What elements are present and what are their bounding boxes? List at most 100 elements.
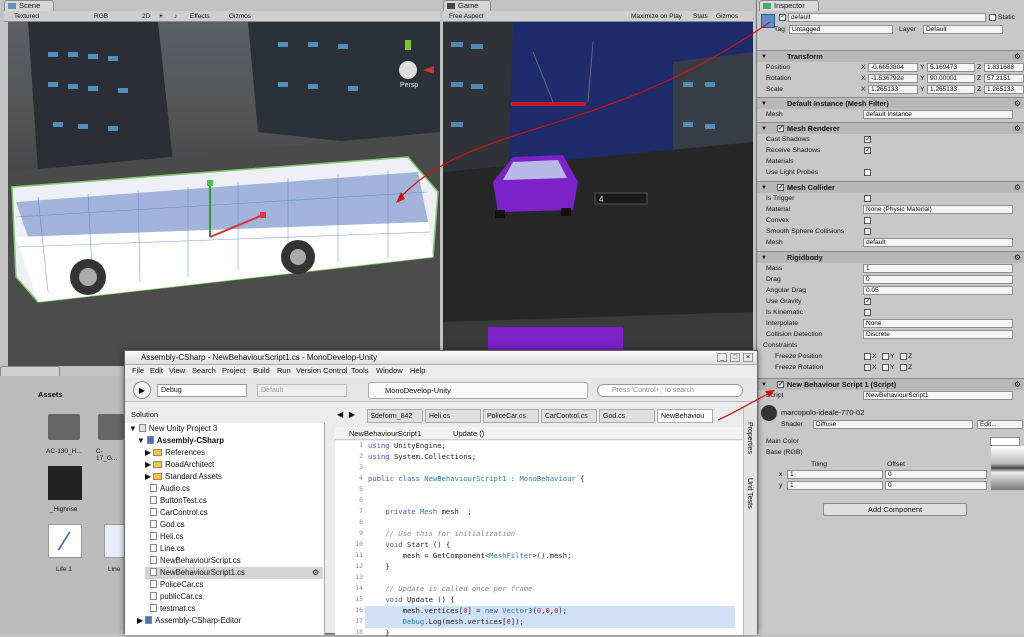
- menu-help[interactable]: Help: [410, 365, 425, 377]
- tree-item[interactable]: ▶ References: [145, 447, 205, 459]
- minimize-button[interactable]: _: [717, 353, 727, 362]
- tabs-scroll-right[interactable]: ▶: [349, 410, 355, 419]
- tree-item[interactable]: ▼ New Unity Project 3: [129, 423, 217, 435]
- asset-folder[interactable]: [48, 414, 80, 440]
- tree-item[interactable]: ButtonTest.cs: [150, 495, 207, 507]
- tab-heli[interactable]: Heli.cs: [425, 409, 481, 423]
- tree-item[interactable]: publicCar.cs: [150, 591, 202, 603]
- asset-thumb[interactable]: [104, 524, 126, 558]
- tree-item[interactable]: ▶ RoadArchitect: [145, 459, 214, 471]
- add-component-button[interactable]: Add Component: [823, 503, 967, 516]
- maximize-button[interactable]: □: [730, 353, 740, 362]
- tab-god[interactable]: God.cs: [599, 409, 655, 423]
- script-field[interactable]: NewBehaviourScript1: [863, 391, 1013, 400]
- tree-item[interactable]: ▶ Standard Assets: [145, 471, 222, 483]
- properties-side-tab[interactable]: Properties: [746, 422, 753, 454]
- layer-dropdown[interactable]: Default: [923, 25, 1003, 34]
- shading-dropdown[interactable]: Textured: [14, 11, 39, 22]
- 2d-toggle[interactable]: 2D: [142, 11, 150, 22]
- shader-dropdown[interactable]: Diffuse: [813, 420, 973, 429]
- transform-header[interactable]: ▼ Transform ⚙: [757, 50, 1024, 62]
- gear-icon[interactable]: ⚙: [312, 567, 319, 579]
- interpolate-dropdown[interactable]: None: [863, 319, 1013, 328]
- freeze-rot-x[interactable]: [864, 364, 871, 371]
- mesh-collider-checkbox[interactable]: [777, 182, 784, 194]
- close-button[interactable]: ×: [743, 353, 753, 362]
- menu-file[interactable]: File: [132, 365, 144, 377]
- static-checkbox[interactable]: [989, 14, 996, 21]
- effects-dropdown[interactable]: Effects: [190, 11, 210, 22]
- tree-item-selected[interactable]: NewBehaviourScript1.cs ⚙: [145, 567, 323, 579]
- mesh-filter-header[interactable]: ▼ Default Instance (Mesh Filter) ⚙: [757, 97, 1024, 109]
- mesh-renderer-checkbox[interactable]: [777, 123, 784, 135]
- light-probes-checkbox[interactable]: [864, 169, 871, 176]
- kinematic-checkbox[interactable]: [864, 309, 871, 316]
- asset-thumb[interactable]: [48, 466, 82, 500]
- main-color-swatch[interactable]: [990, 437, 1020, 446]
- tree-item[interactable]: NewBehaviourScript.cs: [150, 555, 241, 567]
- tab-newbehaviour[interactable]: NewBehaviou: [657, 409, 713, 423]
- code-editor[interactable]: 1 using UnityEngine; 2 using System.Collec…: [335, 441, 743, 637]
- tree-item[interactable]: ▶ Assembly-CSharp-Editor: [137, 615, 241, 627]
- tree-item[interactable]: testmat.cs: [150, 603, 196, 615]
- breadcrumb-method[interactable]: Update (): [453, 427, 484, 440]
- collision-detection-dropdown[interactable]: Discrete: [863, 330, 1013, 339]
- game-view[interactable]: 4: [443, 22, 753, 352]
- maximize-toggle[interactable]: Maximize on Play: [631, 11, 682, 22]
- inspector-tab[interactable]: Inspector: [759, 0, 819, 11]
- tabs-scroll-left[interactable]: ◀: [337, 410, 343, 419]
- asset-thumb[interactable]: ⁄: [48, 524, 82, 558]
- tab-carcontrol[interactable]: CarControl.cs: [541, 409, 597, 423]
- tree-item[interactable]: ▼ Assembly-CSharp: [137, 435, 224, 447]
- collider-mesh-field[interactable]: default: [863, 238, 1013, 247]
- scene-tab[interactable]: Scene: [4, 0, 54, 11]
- tree-item[interactable]: God.cs: [150, 519, 185, 531]
- texture-thumbnail[interactable]: [991, 446, 1024, 490]
- tree-item[interactable]: PoliceCar.cs: [150, 579, 203, 591]
- mass-field[interactable]: 1: [863, 264, 1013, 273]
- menu-window[interactable]: Window: [376, 365, 403, 377]
- menu-tools[interactable]: Tools: [351, 365, 369, 377]
- script-checkbox[interactable]: [777, 379, 784, 391]
- menu-project[interactable]: Project: [222, 365, 245, 377]
- asset-folder[interactable]: [98, 414, 124, 440]
- mesh-field[interactable]: default Instance: [863, 110, 1013, 119]
- script-header[interactable]: ▼New Behaviour Script 1 (Script)⚙: [757, 378, 1024, 391]
- tree-item[interactable]: Audio.cs: [150, 483, 190, 495]
- search-input[interactable]: Press 'Control+,' to search: [597, 384, 743, 397]
- stats-toggle[interactable]: Stats: [693, 11, 708, 22]
- rigidbody-header[interactable]: ▼ Rigidbody ⚙: [757, 251, 1024, 263]
- menu-build[interactable]: Build: [253, 365, 270, 377]
- gizmos-dropdown[interactable]: Gizmos: [229, 11, 251, 22]
- menu-run[interactable]: Run: [277, 365, 291, 377]
- freeze-rot-z[interactable]: [900, 364, 907, 371]
- gravity-checkbox[interactable]: [864, 296, 871, 307]
- tree-item[interactable]: Heli.cs: [150, 531, 183, 543]
- freeze-pos-y[interactable]: [882, 353, 889, 360]
- freeze-rot-y[interactable]: [882, 364, 889, 371]
- mesh-renderer-header[interactable]: ▼Mesh Renderer⚙: [757, 122, 1024, 135]
- game-tab[interactable]: Game: [443, 0, 491, 11]
- convex-checkbox[interactable]: [864, 217, 871, 224]
- menu-search[interactable]: Search: [192, 365, 216, 377]
- smooth-checkbox[interactable]: [864, 228, 871, 235]
- edit-button[interactable]: Edit...: [977, 420, 1023, 429]
- game-gizmos-dropdown[interactable]: Gizmos: [716, 11, 738, 22]
- run-button[interactable]: ▶: [133, 381, 151, 399]
- receive-shadows-checkbox[interactable]: [864, 145, 871, 156]
- color-dropdown[interactable]: RGB: [94, 11, 108, 22]
- sun-icon[interactable]: ☀: [158, 11, 164, 22]
- platform-dropdown[interactable]: Default: [257, 384, 347, 397]
- physic-material-field[interactable]: None (Physic Material): [863, 205, 1013, 214]
- tree-item[interactable]: CarControl.cs: [150, 507, 208, 519]
- tree-item[interactable]: Line.cs: [150, 543, 185, 555]
- tag-dropdown[interactable]: Untagged: [789, 25, 893, 34]
- menu-edit[interactable]: Edit: [150, 365, 163, 377]
- audio-icon[interactable]: ♪: [174, 11, 177, 22]
- tab-policecar[interactable]: PoliceCar.cs: [483, 409, 539, 423]
- menu-version-control[interactable]: Version Control: [296, 365, 347, 377]
- freeze-pos-x[interactable]: [864, 353, 871, 360]
- mesh-collider-header[interactable]: ▼Mesh Collider⚙: [757, 181, 1024, 194]
- breadcrumb-class[interactable]: NewBehaviourScript1: [349, 427, 421, 440]
- menu-view[interactable]: View: [169, 365, 185, 377]
